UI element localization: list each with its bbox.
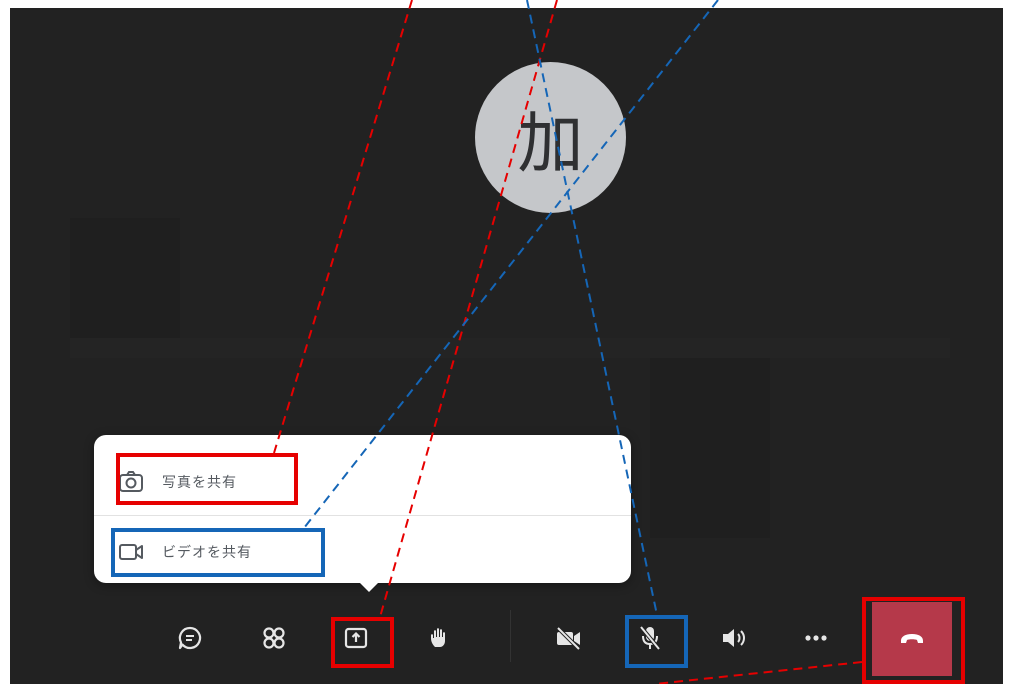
camera-toggle-button[interactable] [545, 616, 593, 660]
speaker-button[interactable] [710, 616, 758, 660]
video-shadow-block [70, 338, 950, 358]
chat-icon [178, 626, 202, 650]
mic-muted-icon [639, 625, 661, 651]
meeting-toolbar [10, 602, 1003, 684]
share-menu-popup: 写真を共有 ビデオを共有 [94, 435, 631, 592]
toolbar-divider [510, 610, 511, 662]
participants-button[interactable] [250, 616, 298, 660]
end-call-button[interactable] [872, 602, 952, 676]
mic-toggle-button[interactable] [626, 616, 674, 660]
camera-off-icon [556, 626, 581, 651]
share-video-menu-item[interactable]: ビデオを共有 [94, 519, 631, 585]
avatar-initial: 加 [517, 104, 584, 182]
menu-pointer [359, 582, 379, 592]
participant-avatar: 加 [475, 62, 626, 213]
speaker-icon [723, 629, 745, 647]
more-options-button[interactable] [792, 616, 840, 660]
meeting-stage: 加 写真を共有 ビデオを共有 [10, 8, 1003, 684]
participants-icon [263, 627, 285, 649]
end-call-icon [901, 634, 923, 643]
video-shadow-block [70, 218, 180, 338]
share-video-label: ビデオを共有 [162, 545, 252, 561]
chat-button[interactable] [166, 616, 214, 660]
camera-icon [119, 471, 143, 492]
raise-hand-icon [431, 628, 445, 647]
share-screen-icon [344, 627, 368, 649]
share-photo-label: 写真を共有 [162, 475, 237, 491]
video-camera-icon [119, 544, 143, 560]
share-screen-button[interactable] [332, 616, 380, 660]
menu-divider [94, 515, 631, 516]
raise-hand-button[interactable] [415, 616, 463, 660]
more-options-icon [805, 635, 827, 641]
share-photo-menu-item[interactable]: 写真を共有 [94, 449, 631, 515]
video-shadow-block [650, 338, 770, 538]
